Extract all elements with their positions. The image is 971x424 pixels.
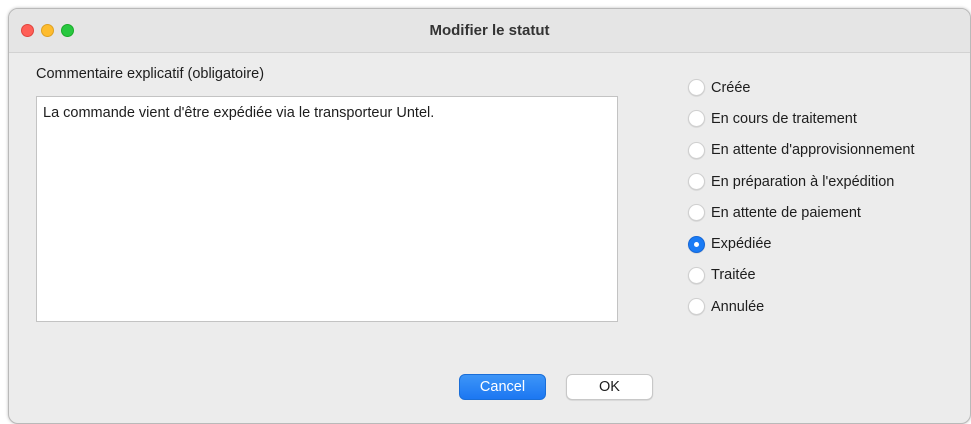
status-option-label: En cours de traitement [711,110,857,127]
status-option-creee[interactable]: Créée [688,72,915,103]
status-option-expediee[interactable]: Expédiée [688,228,915,259]
title-bar[interactable]: Modifier le statut [9,9,970,53]
status-option-label: Créée [711,79,751,96]
radio-button[interactable] [688,141,705,159]
status-option-annulee[interactable]: Annulée [688,291,915,322]
radio-button[interactable] [688,173,705,191]
status-option-label: En attente de paiement [711,204,861,221]
status-option-en-attente-approvisionnement[interactable]: En attente d'approvisionnement [688,135,915,166]
status-option-label: En préparation à l'expédition [711,173,895,190]
status-option-label: En attente d'approvisionnement [711,142,915,159]
status-option-en-preparation[interactable]: En préparation à l'expédition [688,166,915,197]
status-radio-group: Créée En cours de traitement En attente … [688,72,915,322]
radio-button-selected[interactable] [688,235,705,253]
modify-status-dialog: Modifier le statut Commentaire explicati… [8,8,971,424]
comment-textarea[interactable]: La commande vient d'être expédiée via le… [36,96,618,322]
radio-button[interactable] [688,266,705,284]
status-option-label: Expédiée [711,236,772,253]
radio-button[interactable] [688,298,705,316]
comment-label: Commentaire explicatif (obligatoire) [36,66,265,82]
window-title: Modifier le statut [429,22,550,39]
ok-button[interactable]: OK [566,374,653,400]
radio-button[interactable] [688,110,705,128]
cancel-button[interactable]: Cancel [459,374,546,400]
status-option-en-cours-de-traitement[interactable]: En cours de traitement [688,103,915,134]
radio-button[interactable] [688,79,705,97]
status-option-en-attente-de-paiement[interactable]: En attente de paiement [688,197,915,228]
status-option-label: Traitée [711,267,756,284]
radio-button[interactable] [688,204,705,222]
status-option-label: Annulée [711,298,765,315]
status-option-traitee[interactable]: Traitée [688,260,915,291]
